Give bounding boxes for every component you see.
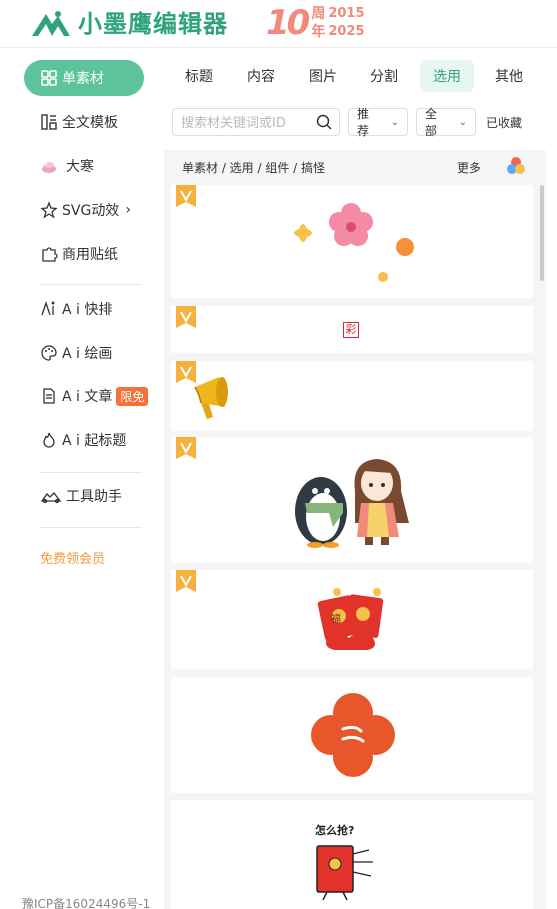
sidebar-divider [40, 472, 142, 473]
sort-dropdown[interactable]: 推荐 ⌄ [348, 107, 408, 138]
icp-record: 豫ICP备16024496号-1 [22, 897, 151, 909]
sidebar-item-dahan[interactable]: 大寒 [40, 151, 94, 181]
more-link[interactable]: 更多 [457, 159, 481, 176]
sidebar-item-label: 全文模板 [62, 115, 118, 131]
search-box [172, 108, 340, 136]
anniversary-number: 10 [266, 3, 310, 43]
ai-icon [40, 300, 58, 318]
chevron-right-icon: › [125, 202, 131, 218]
anniversary-badge: 10 周 年 2015 2025 [266, 3, 365, 43]
sidebar-item-label: A i 绘画 [62, 346, 113, 362]
vip-badge-icon [176, 185, 196, 207]
sidebar-item-label: 大寒 [66, 159, 94, 175]
chevron-down-icon: ⌄ [458, 116, 467, 128]
flame-icon [40, 431, 58, 449]
eagle-logo-icon [32, 11, 70, 36]
material-card[interactable] [171, 677, 533, 793]
anniversary-year-end: 2025 [328, 24, 365, 39]
palette-icon [40, 344, 58, 362]
logo-text: 小墨鹰编辑器 [78, 10, 228, 38]
document-icon [40, 387, 58, 405]
material-card[interactable] [171, 361, 533, 431]
vip-badge-icon [176, 570, 196, 592]
category-tabs: 标题 内容 图片 分割 选用 其他 [164, 56, 557, 96]
star-icon [40, 201, 58, 219]
sidebar-item-label: A i 文章 [62, 389, 113, 405]
anniversary-char-bottom: 年 [311, 24, 326, 40]
sidebar-item-tools[interactable]: 工具助手 [40, 481, 122, 511]
sidebar-item-label: A i 快排 [62, 302, 113, 318]
sort-dropdown-value: 推荐 [357, 107, 370, 138]
scope-dropdown-value: 全部 [425, 107, 438, 138]
envelope-question-sticker [316, 845, 373, 900]
material-card[interactable] [171, 437, 533, 563]
header: 小墨鹰编辑器 10 周 年 2015 2025 [0, 0, 557, 48]
vip-badge-icon [176, 306, 196, 328]
sidebar-item-ai-title[interactable]: A i 起标题 [40, 425, 126, 455]
favorites-filter[interactable]: 已收藏 [486, 114, 522, 131]
material-card[interactable]: 彩 [171, 306, 533, 353]
free-vip-link[interactable]: 免费领会员 [40, 548, 105, 567]
sidebar: 单素材 全文模板 大寒 SVG动效 › 商用贴纸 A i 快排 A i 绘画 A… [0, 48, 164, 909]
tab-content[interactable]: 内容 [238, 60, 284, 92]
snow-season-icon [40, 157, 58, 175]
puzzle-icon [40, 245, 58, 263]
material-list: 单素材 / 选用 / 组件 / 搞怪 更多 彩 福 怎么抢? [164, 150, 546, 909]
scope-dropdown[interactable]: 全部 ⌄ [416, 107, 476, 138]
penguin-girl-sticker [295, 459, 409, 548]
material-card[interactable] [171, 185, 533, 298]
material-card[interactable]: 福 [171, 570, 533, 669]
grid-icon [40, 69, 58, 87]
red-envelope-sticker [317, 588, 384, 650]
breadcrumb: 单素材 / 选用 / 组件 / 搞怪 [182, 161, 326, 175]
sidebar-item-label: SVG动效 [62, 203, 120, 219]
anniversary-char-top: 周 [311, 6, 326, 22]
tools-icon [40, 487, 62, 505]
tab-title[interactable]: 标题 [176, 60, 222, 92]
color-circles-icon[interactable] [506, 156, 526, 176]
anniversary-year-start: 2015 [328, 6, 365, 21]
megaphone-sticker [194, 377, 228, 419]
sparkle-flower-sticker [294, 203, 414, 282]
vip-badge-icon [176, 437, 196, 459]
sidebar-item-label: 单素材 [62, 71, 104, 87]
sidebar-divider [40, 527, 142, 528]
layout-icon [40, 113, 58, 131]
sidebar-item-label: A i 起标题 [62, 433, 127, 449]
sidebar-item-ai-layout[interactable]: A i 快排 [40, 294, 112, 324]
tab-other[interactable]: 其他 [486, 60, 532, 92]
sidebar-item-ai-article[interactable]: A i 文章 限免 [40, 381, 149, 411]
sidebar-item-ai-painting[interactable]: A i 绘画 [40, 338, 112, 368]
sidebar-item-full-template[interactable]: 全文模板 [40, 107, 118, 137]
orange-flower-sticker [311, 693, 395, 777]
envelope-char: 福 [331, 614, 341, 625]
search-input[interactable] [181, 113, 311, 133]
sidebar-item-label: 工具助手 [66, 489, 122, 505]
tab-image[interactable]: 图片 [300, 60, 346, 92]
logo[interactable]: 小墨鹰编辑器 [28, 8, 228, 40]
tab-selected[interactable]: 选用 [420, 60, 474, 92]
sidebar-item-single-material[interactable]: 单素材 [24, 60, 144, 96]
sidebar-item-svg-animation[interactable]: SVG动效 › [40, 195, 131, 225]
sidebar-divider [40, 284, 142, 285]
tab-divider[interactable]: 分割 [361, 60, 407, 92]
stamp-sticker: 彩 [343, 322, 359, 338]
material-card[interactable]: 怎么抢? [171, 800, 533, 909]
chevron-down-icon: ⌄ [390, 116, 399, 128]
question-text: 怎么抢? [315, 824, 355, 837]
free-badge: 限免 [116, 386, 149, 406]
sidebar-item-commercial-stickers[interactable]: 商用贴纸 [40, 239, 118, 269]
content-scrollbar[interactable] [540, 185, 544, 281]
search-icon[interactable] [315, 113, 333, 131]
sidebar-item-label: 商用贴纸 [62, 247, 118, 263]
